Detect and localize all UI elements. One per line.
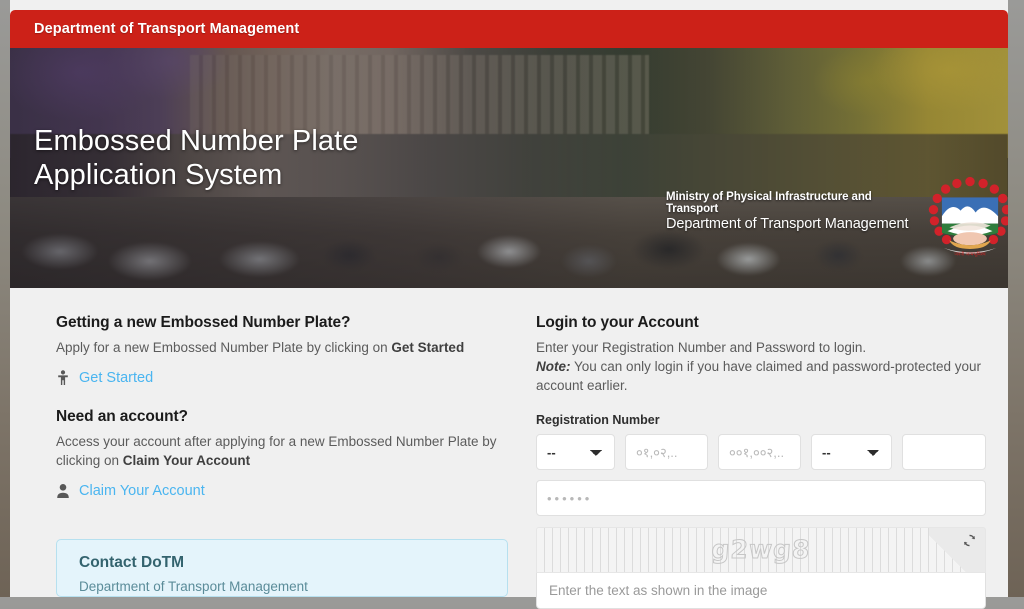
get-started-row[interactable]: Get Started: [56, 370, 508, 386]
hero-title: Embossed Number Plate Application System: [34, 125, 359, 192]
contact-subtitle: Department of Transport Management: [79, 579, 308, 594]
hero-banner: Embossed Number Plate Application System…: [10, 48, 1008, 288]
get-started-link[interactable]: Get Started: [79, 370, 153, 386]
registration-number-row: -- --: [536, 434, 986, 471]
captcha-image: g2wg8: [536, 527, 986, 574]
contact-dotm-card: Contact DoTM Department of Transport Man…: [56, 539, 508, 597]
login-intro: Enter your Registration Number and Passw…: [536, 338, 986, 395]
left-column: Getting a new Embossed Number Plate? App…: [56, 314, 508, 499]
captcha-refresh-button[interactable]: [929, 528, 985, 573]
person-icon: [58, 370, 68, 386]
main-content: Getting a new Embossed Number Plate? App…: [10, 288, 1008, 609]
registration-number-label: Registration Number: [536, 413, 660, 428]
login-panel: Login to your Account Enter your Registr…: [536, 314, 986, 609]
need-account-body-strong: Claim Your Account: [122, 453, 251, 469]
captcha-text: g2wg8: [710, 535, 812, 565]
registration-type-select[interactable]: --: [811, 434, 892, 471]
contact-title: Contact DoTM: [79, 554, 185, 571]
need-account-section: Need an account? Access your account aft…: [56, 408, 508, 499]
claim-account-link[interactable]: Claim Your Account: [79, 483, 205, 499]
ministry-name: Ministry of Physical Infrastructure and …: [666, 191, 872, 215]
captcha-input[interactable]: [536, 573, 986, 609]
site-title: Department of Transport Management: [34, 21, 300, 37]
login-note-text: You can only login if you have claimed a…: [536, 359, 982, 394]
refresh-icon: [963, 535, 976, 547]
top-header-bar: Department of Transport Management: [10, 10, 1008, 48]
department-name: Department of Transport Management: [666, 216, 909, 232]
claim-account-row[interactable]: Claim Your Account: [56, 483, 508, 499]
login-intro-text: Enter your Registration Number and Passw…: [536, 340, 867, 355]
registration-office-input[interactable]: [625, 434, 709, 471]
new-plate-body: Apply for a new Embossed Number Plate by…: [56, 338, 508, 357]
nepal-government-emblem-icon: जननी जन्मभूमिश्च: [928, 176, 1008, 258]
page-container: Department of Transport Management Embos…: [10, 0, 1008, 609]
need-account-heading: Need an account?: [56, 408, 188, 426]
need-account-body: Access your account after applying for a…: [56, 432, 508, 470]
new-plate-section: Getting a new Embossed Number Plate? App…: [56, 314, 508, 386]
login-note-label: Note:: [536, 359, 571, 375]
ministry-branding: Ministry of Physical Infrastructure and …: [666, 191, 916, 232]
user-icon: [57, 484, 69, 499]
login-heading: Login to your Account: [536, 314, 699, 331]
new-plate-heading: Getting a new Embossed Number Plate?: [56, 314, 351, 331]
password-input[interactable]: [536, 480, 986, 517]
registration-lot-input[interactable]: [718, 434, 802, 471]
registration-number-input[interactable]: [902, 434, 986, 471]
registration-state-select[interactable]: --: [536, 434, 616, 471]
new-plate-body-text: Apply for a new Embossed Number Plate by…: [56, 340, 392, 355]
new-plate-body-strong: Get Started: [391, 340, 465, 355]
